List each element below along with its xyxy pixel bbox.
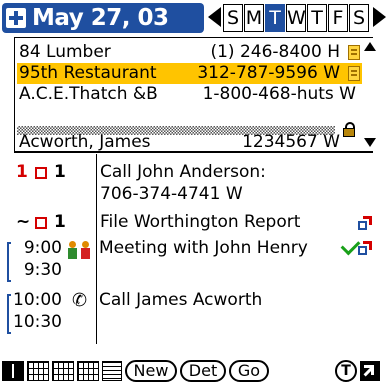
bottom-toolbar: New Det Go T [0, 358, 386, 384]
day-tab-sunday[interactable]: S [223, 4, 243, 32]
date-label[interactable]: May 27, 03 [32, 4, 169, 32]
link-icon-arrow [363, 241, 372, 250]
day-tab-tuesday[interactable]: T [265, 4, 285, 32]
agenda-list: 1 1 Call John Anderson: 706-374-4741 W ~… [0, 154, 386, 352]
contact-name: 95th Restaurant [19, 63, 157, 83]
agenda-view-button[interactable] [2, 361, 24, 381]
agenda-divider [96, 154, 97, 344]
meeting-person-body [81, 248, 90, 259]
link-icon[interactable] [358, 216, 372, 230]
weekday-tabs: S M T W T F S [223, 4, 370, 32]
meeting-person-body [68, 248, 77, 259]
contact-name: A.C.E.Thatch &B [19, 84, 158, 104]
task-title[interactable]: Call John Anderson: [100, 162, 266, 183]
scroll-up-arrow-icon[interactable] [364, 42, 376, 51]
contact-phone: 1234567 W [242, 132, 340, 152]
week-view-button[interactable] [52, 361, 74, 381]
phone-icon: ✆ [72, 290, 88, 311]
event-title[interactable]: Call James Acworth [99, 290, 262, 311]
expand-icon[interactable] [360, 361, 380, 381]
event-end-time[interactable]: 10:30 [10, 312, 62, 333]
meeting-person-head [69, 241, 76, 248]
task-title[interactable]: File Worthington Report [100, 212, 300, 233]
contact-row[interactable]: 84 Lumber (1) 246-8400 H [17, 42, 362, 63]
new-button[interactable]: New [125, 360, 177, 382]
task-detail[interactable]: 706-374-4741 W [100, 184, 243, 205]
link-icon-arrow [363, 216, 372, 225]
event-start-time[interactable]: 9:00 [10, 238, 62, 259]
day-tab-wednesday[interactable]: W [286, 4, 306, 32]
day-tab-monday[interactable]: M [244, 4, 264, 32]
link-icon[interactable] [358, 241, 372, 255]
previous-week-arrow-icon[interactable] [208, 7, 221, 27]
contact-phone: 1-800-468-huts W [202, 84, 356, 104]
contact-phone: (1) 246-8400 H [210, 42, 340, 62]
t-button[interactable]: T [335, 360, 357, 382]
plus-icon[interactable] [6, 8, 26, 28]
task-checkbox[interactable] [35, 167, 47, 179]
day-tab-thursday[interactable]: T [307, 4, 327, 32]
contact-name: 84 Lumber [19, 42, 111, 62]
task-priority-prefix: 1 [16, 162, 28, 182]
date-button[interactable]: May 27, 03 [2, 3, 204, 33]
scroll-down-arrow-icon[interactable] [364, 138, 376, 147]
day-tab-saturday[interactable]: S [349, 4, 369, 32]
contact-row[interactable]: Acworth, James 1234567 W [17, 132, 362, 153]
contact-row[interactable]: A.C.E.Thatch &B 1-800-468-huts W [17, 84, 362, 105]
event-end-time[interactable]: 9:30 [10, 260, 62, 281]
month-view-button[interactable] [77, 361, 99, 381]
next-week-arrow-icon[interactable] [373, 7, 386, 27]
header: May 27, 03 S M T W T F S [0, 0, 386, 36]
event-title[interactable]: Meeting with John Henry [99, 238, 308, 259]
meeting-person-head [82, 241, 89, 248]
day-tab-friday[interactable]: F [328, 4, 348, 32]
contact-phone: 312-787-9596 W [197, 63, 340, 83]
go-button[interactable]: Go [229, 360, 269, 382]
note-icon[interactable] [348, 66, 360, 81]
note-icon[interactable] [348, 45, 360, 60]
meeting-icon [68, 240, 92, 260]
details-button[interactable]: Det [180, 360, 226, 382]
day-view-button[interactable] [27, 361, 49, 381]
task-repeat-prefix: ~ [16, 212, 31, 232]
contact-name: Acworth, James [19, 132, 151, 152]
task-priority: 1 [54, 162, 66, 182]
event-start-time[interactable]: 10:00 [10, 290, 62, 311]
list-view-button[interactable] [102, 361, 122, 381]
task-checkbox[interactable] [35, 217, 47, 229]
contact-row-selected[interactable]: 95th Restaurant 312-787-9596 W [17, 63, 362, 84]
contacts-list: 84 Lumber (1) 246-8400 H 95th Restaurant… [14, 37, 373, 153]
task-priority: 1 [54, 212, 66, 232]
